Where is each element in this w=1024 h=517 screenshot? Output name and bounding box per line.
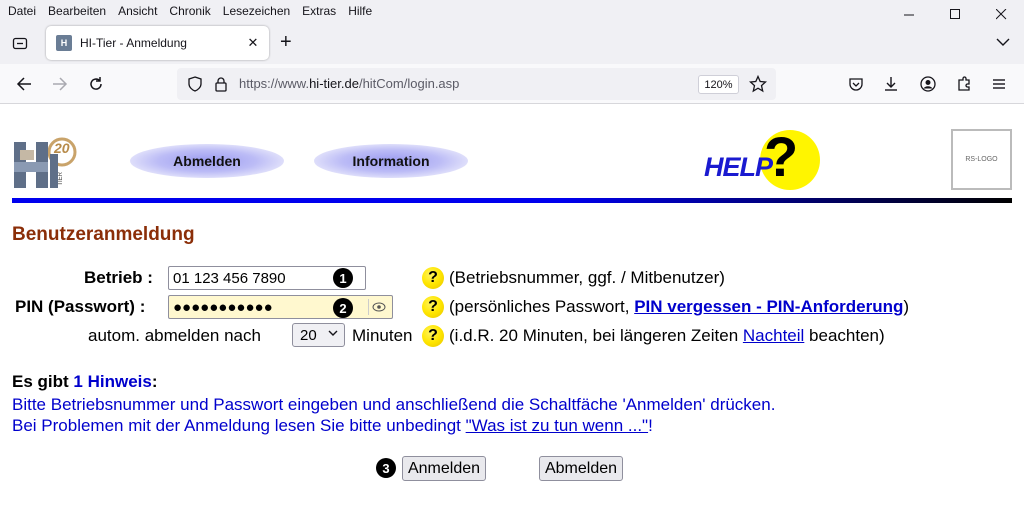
- download-icon[interactable]: [881, 74, 901, 94]
- tab-hi-tier[interactable]: H HI-Tier - Anmeldung ✕: [46, 26, 269, 60]
- reveal-password-eye-icon[interactable]: [368, 299, 388, 315]
- auto-logout-value: 20: [300, 326, 317, 344]
- pin-forgot-link[interactable]: PIN vergessen - PIN-Anforderung: [634, 297, 903, 316]
- menu-hilfe[interactable]: Hilfe: [346, 4, 374, 18]
- tab-overview-icon[interactable]: [6, 29, 34, 57]
- zoom-level[interactable]: 120%: [698, 75, 739, 94]
- menu-chronik[interactable]: Chronik: [167, 4, 212, 18]
- star-icon[interactable]: [748, 74, 768, 94]
- reload-icon[interactable]: [86, 74, 106, 94]
- help-text: HELP: [704, 152, 773, 182]
- pin-label: PIN (Passwort) :: [15, 297, 146, 316]
- forward-icon[interactable]: [50, 74, 70, 94]
- close-tab-icon[interactable]: ✕: [243, 35, 263, 51]
- chevron-down-icon: [328, 328, 338, 341]
- hint-line-2: Bei Problemen mit der Anmeldung lesen Si…: [12, 416, 653, 435]
- menu-datei[interactable]: Datei: [6, 4, 38, 18]
- logo-side-text: TIER: [58, 172, 64, 186]
- help-button[interactable]: HELP ?: [704, 125, 824, 192]
- abmelden-button[interactable]: Abmelden: [539, 456, 623, 481]
- extensions-icon[interactable]: [954, 74, 974, 94]
- betrieb-help-text: (Betriebsnummer, ggf. / Mitbenutzer): [449, 268, 725, 287]
- rs-logo: RS-LOGO: [951, 129, 1012, 190]
- was-ist-zu-tun-link[interactable]: "Was ist zu tun wenn ...": [466, 416, 648, 435]
- menu-bearbeiten[interactable]: Bearbeiten: [46, 4, 108, 18]
- tab-bar: H HI-Tier - Anmeldung ✕ +: [0, 22, 1024, 64]
- nav-bar: https://www.hi-tier.de/hitCom/login.asp …: [0, 64, 1024, 104]
- anmelden-button[interactable]: Anmelden: [402, 456, 486, 481]
- pin-help-text: (persönliches Passwort, PIN vergessen - …: [449, 297, 910, 316]
- pin-input[interactable]: ●●●●●●●●●●●: [168, 295, 393, 319]
- logout-help-text: (i.d.R. 20 Minuten, bei längeren Zeiten …: [449, 326, 885, 345]
- nav-information-link[interactable]: Information: [314, 144, 468, 178]
- logout-help-icon[interactable]: ?: [422, 325, 444, 347]
- hint-title: Es gibt 1 Hinweis:: [12, 372, 158, 391]
- page-title: Benutzeranmeldung: [12, 224, 195, 245]
- betrieb-input-value: 01 123 456 7890: [173, 269, 286, 287]
- nav-abmelden-link[interactable]: Abmelden: [130, 144, 284, 178]
- tab-list-chevron-icon[interactable]: [996, 34, 1010, 52]
- pocket-icon[interactable]: [846, 74, 866, 94]
- favicon-icon: H: [56, 35, 72, 51]
- step-badge-2: 2: [333, 298, 353, 318]
- account-icon[interactable]: [918, 74, 938, 94]
- auto-logout-label: autom. abmelden nach: [88, 326, 261, 345]
- menu-ansicht[interactable]: Ansicht: [116, 4, 159, 18]
- hint-line-1: Bitte Betriebsnummer und Passwort eingeb…: [12, 395, 776, 414]
- nachteil-link[interactable]: Nachteil: [743, 326, 804, 345]
- hi-tier-logo: 20 HI TIER: [14, 136, 80, 194]
- step-badge-3: 3: [376, 458, 396, 478]
- header-divider: [12, 198, 1012, 203]
- step-badge-1: 1: [333, 268, 353, 288]
- shield-icon[interactable]: [185, 74, 205, 94]
- menu-bar: Datei Bearbeiten Ansicht Chronik Lesezei…: [0, 0, 1024, 22]
- pin-input-value: ●●●●●●●●●●●: [173, 298, 273, 316]
- url-text[interactable]: https://www.hi-tier.de/hitCom/login.asp: [239, 76, 459, 91]
- back-icon[interactable]: [14, 74, 34, 94]
- auto-logout-unit: Minuten: [352, 326, 413, 345]
- page-content: 20 HI TIER Abmelden Information HELP ? R…: [0, 104, 1024, 517]
- menu-extras[interactable]: Extras: [300, 4, 338, 18]
- logo-number: 20: [54, 140, 70, 156]
- url-bar[interactable]: https://www.hi-tier.de/hitCom/login.asp …: [177, 68, 776, 100]
- pin-help-icon[interactable]: ?: [422, 296, 444, 318]
- menu-lesezeichen[interactable]: Lesezeichen: [221, 4, 292, 18]
- betrieb-help-icon[interactable]: ?: [422, 267, 444, 289]
- betrieb-label: Betrieb :: [84, 268, 153, 287]
- lock-icon[interactable]: [211, 74, 231, 94]
- new-tab-icon[interactable]: +: [280, 31, 292, 54]
- menu-hamburger-icon[interactable]: [989, 74, 1009, 94]
- auto-logout-select[interactable]: 20: [292, 323, 345, 347]
- tab-title: HI-Tier - Anmeldung: [80, 36, 187, 50]
- help-question-icon: ?: [764, 125, 799, 188]
